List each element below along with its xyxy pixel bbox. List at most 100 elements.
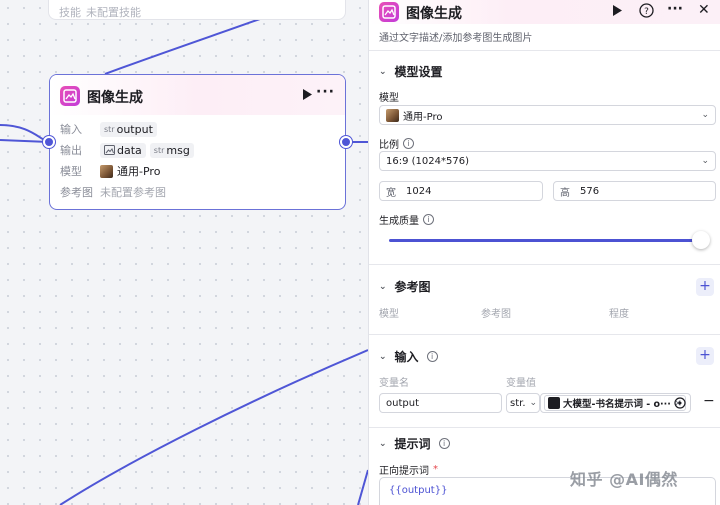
str-type: str <box>153 145 165 155</box>
watermark: 知乎 @AI偶然 <box>570 470 678 489</box>
var-value-select[interactable]: 大模型-书名提示词 - o··· × <box>540 393 691 413</box>
image-gen-node[interactable]: 图像生成 ··· 输入 str output 输出 data str msg 模型 … <box>49 74 346 210</box>
more-icon[interactable]: ··· <box>316 84 335 100</box>
chevron-down-icon: ⌄ <box>379 281 387 292</box>
var-name-input[interactable]: output <box>379 393 502 413</box>
divider <box>369 50 720 51</box>
play-icon[interactable] <box>302 89 312 103</box>
quality-field-label: 生成质量 i <box>379 212 434 227</box>
add-reference-button[interactable]: + <box>696 278 714 296</box>
chevron-down-icon: ⌄ <box>529 398 538 408</box>
model-select-value: 通用-Pro <box>403 111 443 123</box>
node-ref-row: 参考图 未配置参考图 <box>60 184 166 200</box>
info-icon[interactable]: i <box>426 351 438 362</box>
info-icon[interactable]: i <box>423 214 434 225</box>
ratio-field-label: 比例 i <box>379 136 414 151</box>
remove-input-button[interactable]: − <box>703 393 715 409</box>
more-icon[interactable]: ··· <box>667 1 683 17</box>
node-title: 图像生成 <box>87 90 143 106</box>
ref-col-degree: 程度 <box>609 309 629 320</box>
node-settings-panel: 图像生成 ? ··· ✕ 通过文字描述/添加参考图生成图片 ⌄ 模型设置 模型 … <box>368 0 720 505</box>
add-input-button[interactable]: + <box>696 347 714 365</box>
chevron-down-icon: ⌄ <box>379 438 387 449</box>
model-label: 模型 <box>60 165 82 178</box>
chevron-down-icon: ⌄ <box>701 156 709 166</box>
positive-prompt-value: {{output}} <box>389 485 448 496</box>
ratio-select-value: 16:9 (1024*576) <box>386 155 469 167</box>
section-model-settings[interactable]: ⌄ 模型设置 <box>379 63 443 80</box>
model-select[interactable]: 通用-Pro ⌄ <box>379 105 716 125</box>
var-type-select[interactable]: str. ⌄ <box>506 393 540 413</box>
chevron-down-icon: ⌄ <box>379 351 387 362</box>
section-title: 提示词 <box>394 437 431 451</box>
model-value: 通用-Pro <box>117 165 161 178</box>
ref-label: 参考图 <box>60 186 93 199</box>
input-tag-text: output <box>116 122 153 136</box>
node-input-row: 输入 str output <box>60 121 157 137</box>
skill-label: 技能 <box>59 6 81 19</box>
output-port[interactable] <box>340 136 352 148</box>
image-icon <box>60 86 80 106</box>
output-tag-msg-text: msg <box>166 143 190 157</box>
workflow-canvas[interactable]: 技能 未配置技能 图像生成 ··· 输入 str output 输出 data s… <box>0 0 368 505</box>
slider-handle[interactable] <box>692 231 710 249</box>
section-title: 输入 <box>394 350 419 364</box>
section-reference[interactable]: ⌄ 参考图 <box>379 278 431 295</box>
picture-icon <box>104 145 115 155</box>
chevron-down-icon: ⌄ <box>379 66 387 77</box>
output-tag-data: data <box>100 142 146 158</box>
model-label-text: 模型 <box>379 93 399 104</box>
divider <box>369 334 720 335</box>
divider <box>369 264 720 265</box>
col-var-value: 变量值 <box>506 378 536 389</box>
image-icon <box>379 2 399 22</box>
output-tag-data-text: data <box>117 143 142 157</box>
section-input[interactable]: ⌄ 输入 i <box>379 348 438 365</box>
str-type: str <box>104 124 115 134</box>
width-input[interactable]: 宽 1024 <box>379 181 543 201</box>
panel-title: 图像生成 <box>406 6 462 22</box>
positive-prompt-label-text: 正向提示词 <box>379 466 429 477</box>
reference-chip[interactable]: 大模型-书名提示词 - o··· × <box>544 395 686 411</box>
bot-icon <box>548 397 560 409</box>
model-avatar <box>386 108 399 122</box>
input-tag: str output <box>100 121 157 137</box>
ratio-select[interactable]: 16:9 (1024*576) ⌄ <box>379 151 716 171</box>
info-icon[interactable]: i <box>438 438 450 449</box>
var-type-value: str. <box>510 397 526 409</box>
info-icon[interactable]: i <box>403 138 414 149</box>
node-output-row: 输出 data str msg <box>60 142 194 158</box>
quality-slider[interactable] <box>389 231 710 249</box>
height-value: 576 <box>580 185 600 197</box>
section-title: 参考图 <box>394 280 431 294</box>
section-title: 模型设置 <box>394 65 443 79</box>
input-port[interactable] <box>43 136 55 148</box>
required-mark: * <box>433 464 438 475</box>
chevron-down-icon: ⌄ <box>701 110 709 120</box>
col-var-name: 变量名 <box>379 378 409 389</box>
height-prefix: 高 <box>560 187 570 199</box>
svg-text:?: ? <box>644 7 649 17</box>
input-label: 输入 <box>60 123 82 136</box>
close-icon[interactable]: ✕ <box>698 2 710 18</box>
width-value: 1024 <box>406 185 432 197</box>
positive-prompt-label: 正向提示词 * <box>379 462 438 477</box>
quality-label-text: 生成质量 <box>379 216 419 227</box>
node-model-row: 模型 通用-Pro <box>60 163 160 179</box>
skill-value: 未配置技能 <box>86 6 141 19</box>
ref-col-model: 模型 <box>379 309 399 320</box>
output-label: 输出 <box>60 144 82 157</box>
panel-description: 通过文字描述/添加参考图生成图片 <box>379 33 533 44</box>
skill-node[interactable]: 技能 未配置技能 <box>48 0 346 20</box>
model-avatar <box>100 164 113 178</box>
ratio-label-text: 比例 <box>379 140 399 151</box>
divider <box>369 427 720 428</box>
play-icon[interactable] <box>612 5 622 19</box>
height-input[interactable]: 高 576 <box>553 181 716 201</box>
output-tag-msg: str msg <box>149 142 194 158</box>
help-icon[interactable]: ? <box>639 3 654 21</box>
model-field-label: 模型 <box>379 89 399 104</box>
target-icon[interactable] <box>674 397 686 412</box>
width-prefix: 宽 <box>386 187 396 199</box>
section-prompt[interactable]: ⌄ 提示词 i <box>379 435 450 452</box>
